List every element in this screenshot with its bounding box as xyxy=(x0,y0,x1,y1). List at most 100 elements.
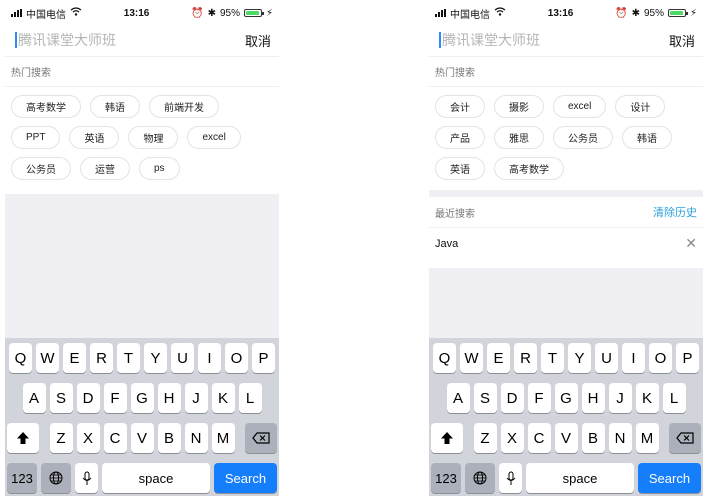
globe-icon[interactable] xyxy=(465,463,495,493)
hot-tag[interactable]: PPT xyxy=(11,126,61,149)
keyboard-row-3: Z X C V B N M xyxy=(7,423,277,453)
key-p[interactable]: P xyxy=(676,343,699,373)
space-key[interactable]: space xyxy=(526,463,634,493)
hot-tag[interactable]: 前端开发 xyxy=(149,95,219,118)
key-w[interactable]: W xyxy=(36,343,59,373)
key-t[interactable]: T xyxy=(541,343,564,373)
key-u[interactable]: U xyxy=(171,343,194,373)
key-g[interactable]: G xyxy=(554,383,578,413)
key-n[interactable]: N xyxy=(184,423,208,453)
wifi-icon xyxy=(494,7,506,19)
hot-tag[interactable]: excel xyxy=(553,95,607,118)
hot-tag[interactable]: ps xyxy=(139,157,180,180)
key-l[interactable]: L xyxy=(662,383,686,413)
key-b[interactable]: B xyxy=(157,423,181,453)
numbers-key[interactable]: 123 xyxy=(431,463,461,493)
shift-icon[interactable] xyxy=(431,423,463,453)
key-f[interactable]: F xyxy=(103,383,127,413)
key-g[interactable]: G xyxy=(130,383,154,413)
key-r[interactable]: R xyxy=(514,343,537,373)
status-right: ⏰ ✱ 95% ⚡ xyxy=(615,8,697,19)
key-p[interactable]: P xyxy=(252,343,275,373)
mic-icon[interactable] xyxy=(75,463,98,493)
key-z[interactable]: Z xyxy=(49,423,73,453)
key-k[interactable]: K xyxy=(635,383,659,413)
key-u[interactable]: U xyxy=(595,343,618,373)
carrier-label: 中国电信 xyxy=(26,9,66,21)
hot-tag[interactable]: 高考数学 xyxy=(11,95,81,118)
key-h[interactable]: H xyxy=(157,383,181,413)
key-x[interactable]: X xyxy=(76,423,100,453)
hot-tag[interactable]: 运营 xyxy=(80,157,130,180)
globe-icon[interactable] xyxy=(41,463,71,493)
hot-tag[interactable]: 会计 xyxy=(435,95,485,118)
cancel-button[interactable]: 取消 xyxy=(245,31,271,50)
hot-tag[interactable]: excel xyxy=(187,126,241,149)
search-input[interactable] xyxy=(15,32,205,48)
mic-icon[interactable] xyxy=(499,463,522,493)
search-key[interactable]: Search xyxy=(214,463,277,493)
key-r[interactable]: R xyxy=(90,343,113,373)
shift-icon[interactable] xyxy=(7,423,39,453)
key-h[interactable]: H xyxy=(581,383,605,413)
key-a[interactable]: A xyxy=(446,383,470,413)
hot-tag[interactable]: 英语 xyxy=(69,126,120,149)
key-k[interactable]: K xyxy=(211,383,235,413)
key-m[interactable]: M xyxy=(211,423,235,453)
cancel-button[interactable]: 取消 xyxy=(669,31,695,50)
key-a[interactable]: A xyxy=(22,383,46,413)
recent-search-title: 最近搜索 xyxy=(435,208,475,220)
hot-tag[interactable]: 韩语 xyxy=(622,126,672,149)
key-s[interactable]: S xyxy=(49,383,73,413)
hot-tag[interactable]: 公务员 xyxy=(11,157,71,180)
hot-tag[interactable]: 高考数学 xyxy=(494,157,564,180)
key-o[interactable]: O xyxy=(649,343,672,373)
backspace-icon[interactable] xyxy=(669,423,701,453)
key-v[interactable]: V xyxy=(554,423,578,453)
key-f[interactable]: F xyxy=(527,383,551,413)
backspace-icon[interactable] xyxy=(245,423,277,453)
key-v[interactable]: V xyxy=(130,423,154,453)
hot-tag[interactable]: 英语 xyxy=(435,157,485,180)
hot-tag[interactable]: 物理 xyxy=(128,126,179,149)
space-key[interactable]: space xyxy=(102,463,210,493)
key-c[interactable]: C xyxy=(103,423,127,453)
key-n[interactable]: N xyxy=(608,423,632,453)
hot-tag[interactable]: 产品 xyxy=(435,126,485,149)
key-j[interactable]: J xyxy=(184,383,208,413)
search-key[interactable]: Search xyxy=(638,463,701,493)
numbers-key[interactable]: 123 xyxy=(7,463,37,493)
hot-tag[interactable]: 公务员 xyxy=(553,126,613,149)
key-y[interactable]: Y xyxy=(568,343,591,373)
key-l[interactable]: L xyxy=(238,383,262,413)
key-q[interactable]: Q xyxy=(9,343,32,373)
key-j[interactable]: J xyxy=(608,383,632,413)
key-i[interactable]: I xyxy=(198,343,221,373)
clear-history-button[interactable]: 清除历史 xyxy=(653,204,697,220)
key-x[interactable]: X xyxy=(500,423,524,453)
hot-tag[interactable]: 摄影 xyxy=(494,95,544,118)
status-bar: 中国电信 13:16 ⏰ ✱ 95% ⚡ xyxy=(429,0,703,26)
key-s[interactable]: S xyxy=(473,383,497,413)
hot-tag[interactable]: 设计 xyxy=(615,95,666,118)
close-icon[interactable]: ✕ xyxy=(685,235,697,252)
keyboard-row-3: Z X C V B N M xyxy=(431,423,701,453)
key-i[interactable]: I xyxy=(622,343,645,373)
key-e[interactable]: E xyxy=(487,343,510,373)
key-b[interactable]: B xyxy=(581,423,605,453)
hot-tag[interactable]: 韩语 xyxy=(90,95,140,118)
key-o[interactable]: O xyxy=(225,343,248,373)
key-z[interactable]: Z xyxy=(473,423,497,453)
key-d[interactable]: D xyxy=(76,383,100,413)
recent-search-item[interactable]: Java ✕ xyxy=(429,227,703,259)
key-d[interactable]: D xyxy=(500,383,524,413)
hot-tag[interactable]: 雅思 xyxy=(494,126,544,149)
key-t[interactable]: T xyxy=(117,343,140,373)
key-w[interactable]: W xyxy=(460,343,483,373)
key-q[interactable]: Q xyxy=(433,343,456,373)
key-m[interactable]: M xyxy=(635,423,659,453)
key-y[interactable]: Y xyxy=(144,343,167,373)
key-e[interactable]: E xyxy=(63,343,86,373)
search-input[interactable] xyxy=(439,32,629,48)
key-c[interactable]: C xyxy=(527,423,551,453)
